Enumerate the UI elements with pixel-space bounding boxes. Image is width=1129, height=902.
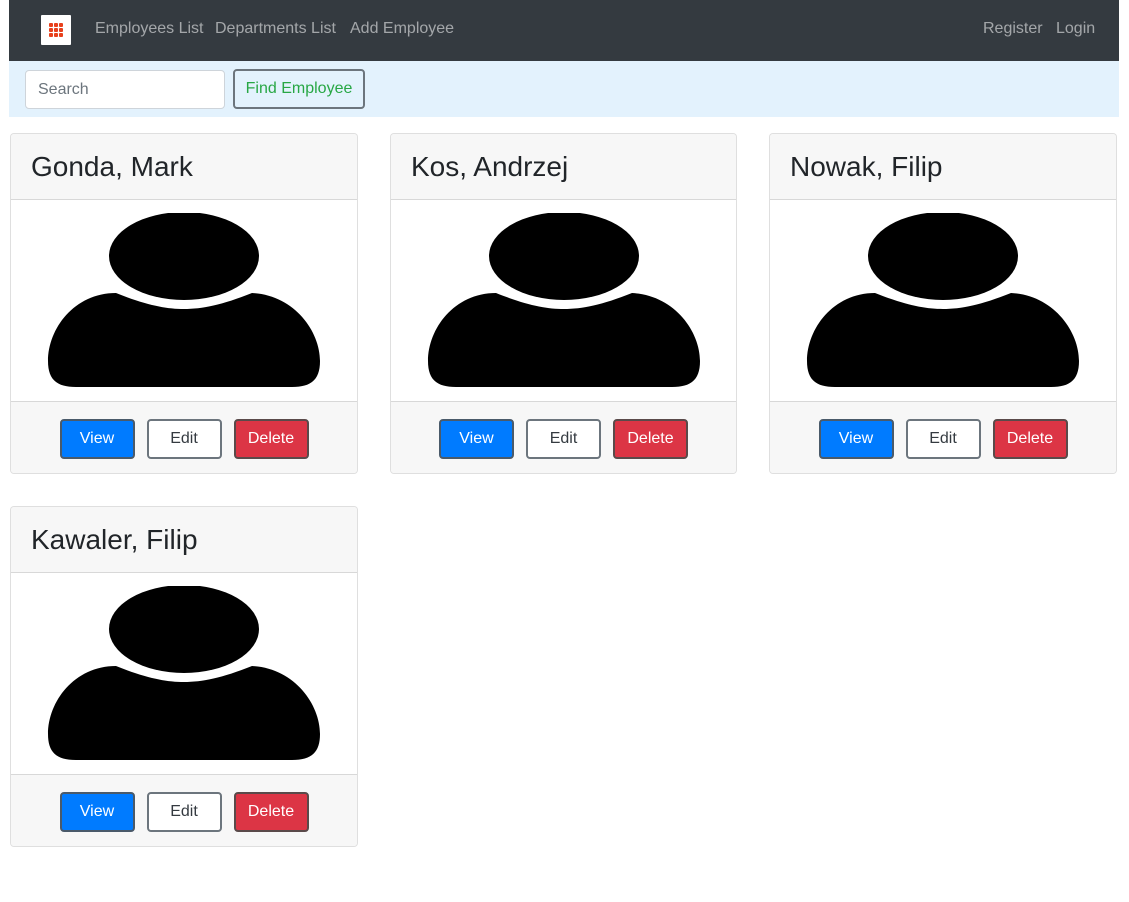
person-silhouette-icon [427,212,700,387]
delete-button[interactable]: Delete [233,418,309,459]
search-bar: Find Employee [9,61,1119,117]
card-footer: View Edit Delete [11,401,357,473]
card-body [391,200,736,401]
view-button[interactable]: View [818,418,894,459]
card-header: Gonda, Mark [11,134,357,200]
employee-name: Nowak, Filip [790,150,943,182]
person-silhouette-icon [48,585,320,760]
employee-card: Nowak, Filip View Edit Delete [769,133,1117,474]
delete-button[interactable]: Delete [233,791,309,832]
employee-card: Kos, Andrzej View Edit Delete [390,133,737,474]
edit-button[interactable]: Edit [146,791,222,832]
card-body [11,200,357,401]
employee-name: Kawaler, Filip [31,523,198,555]
edit-button[interactable]: Edit [905,418,981,459]
top-navbar: Employees List Departments List Add Empl… [9,0,1119,61]
edit-button[interactable]: Edit [526,418,601,459]
employee-card: Gonda, Mark View Edit Delete [10,133,358,474]
card-header: Kawaler, Filip [11,507,357,573]
nav-link-departments-list[interactable]: Departments List [215,20,336,38]
delete-button[interactable]: Delete [992,418,1068,459]
employee-card: Kawaler, Filip View Edit Delete [10,506,358,847]
card-body [11,573,357,774]
person-silhouette-icon [807,212,1079,387]
card-body [770,200,1116,401]
edit-button[interactable]: Edit [146,418,222,459]
employee-name: Kos, Andrzej [411,150,569,182]
nav-link-register[interactable]: Register [983,20,1043,38]
nav-link-login[interactable]: Login [1056,20,1095,38]
delete-button[interactable]: Delete [613,418,688,459]
nav-link-employees-list[interactable]: Employees List [95,20,204,38]
employee-name: Gonda, Mark [31,150,193,182]
card-header: Kos, Andrzej [391,134,736,200]
search-input[interactable] [25,70,225,109]
card-footer: View Edit Delete [770,401,1116,473]
person-silhouette-icon [48,212,320,387]
nav-link-add-employee[interactable]: Add Employee [350,20,454,38]
grid-logo-icon[interactable] [41,15,71,45]
view-button[interactable]: View [59,791,135,832]
card-header: Nowak, Filip [770,134,1116,200]
view-button[interactable]: View [439,418,514,459]
card-footer: View Edit Delete [391,401,736,473]
find-employee-button[interactable]: Find Employee [233,69,365,109]
card-footer: View Edit Delete [11,774,357,846]
view-button[interactable]: View [59,418,135,459]
